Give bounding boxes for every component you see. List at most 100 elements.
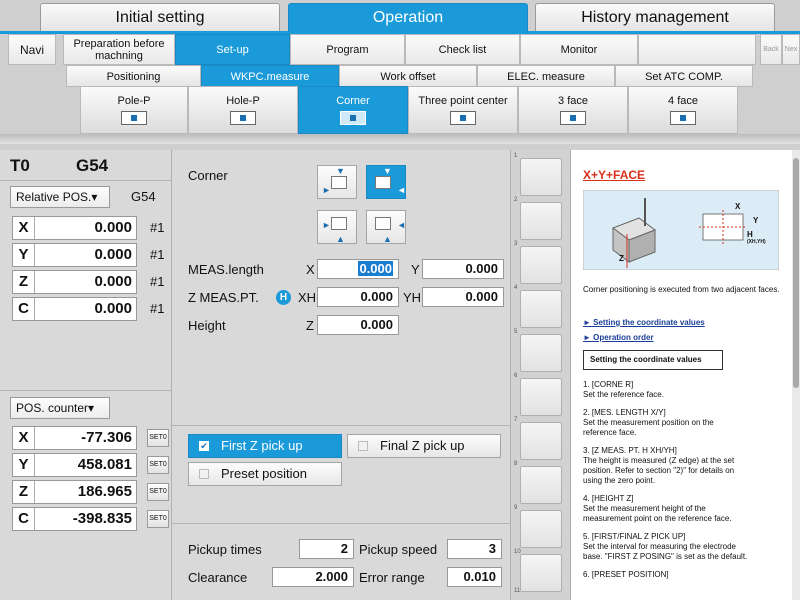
button-label: Final Z pick up	[380, 438, 465, 453]
softkey-6[interactable]	[520, 378, 562, 416]
tab-program[interactable]: Program	[290, 34, 405, 65]
button-label: First Z pick up	[221, 438, 303, 453]
help-intro: Corner positioning is executed from two …	[583, 285, 780, 294]
arrow-up-icon: ▲	[336, 234, 345, 244]
softkey-1[interactable]	[520, 158, 562, 196]
xh-input[interactable]: 0.000	[317, 287, 399, 307]
set0-x-button[interactable]: SET0	[147, 429, 169, 447]
softkey-3[interactable]	[520, 246, 562, 284]
tab-operation[interactable]: Operation	[288, 3, 528, 31]
pickup-times-input[interactable]: 2	[299, 539, 354, 559]
diagram-y-label: Y	[753, 216, 759, 225]
set0-y-button[interactable]: SET0	[147, 456, 169, 474]
softkey-2[interactable]	[520, 202, 562, 240]
help-link-coordinate-values[interactable]: ► Setting the coordinate values	[583, 318, 705, 327]
mode-3-face[interactable]: 3 face	[518, 86, 628, 134]
tab-set-atc-comp[interactable]: Set ATC COMP.	[615, 65, 753, 87]
softkey-8[interactable]	[520, 466, 562, 504]
mode-label: 3 face	[558, 95, 588, 107]
pickup-speed-label: Pickup speed	[359, 542, 438, 557]
yh-input[interactable]: 0.000	[422, 287, 504, 307]
tab-positioning[interactable]: Positioning	[66, 65, 201, 87]
softkey-4[interactable]	[520, 290, 562, 328]
first-z-pickup-button[interactable]: ✔ First Z pick up	[188, 434, 342, 458]
set0-z-button[interactable]: SET0	[147, 483, 169, 501]
softkey-7[interactable]	[520, 422, 562, 460]
help-item: base. "FIRST Z POSING" is set as the def…	[583, 552, 748, 561]
scrollbar-thumb[interactable]	[793, 158, 799, 388]
mode-three-point-center[interactable]: Three point center	[408, 86, 518, 134]
h-badge-icon: H	[276, 290, 291, 305]
tab-preparation[interactable]: Preparation before machning	[63, 34, 175, 65]
softkey-5[interactable]	[520, 334, 562, 372]
axis-label: C	[13, 508, 35, 530]
corner-shape	[375, 217, 391, 230]
help-link-operation-order[interactable]: ► Operation order	[583, 333, 654, 342]
softkey-number: 5	[514, 329, 518, 335]
tab-check-list[interactable]: Check list	[405, 34, 520, 65]
divider	[172, 523, 510, 524]
position-panel: T0 G54 Relative POS.▾ G54 X 0.000 #1 Y 0.0…	[0, 150, 172, 600]
clearance-input[interactable]: 2.000	[272, 567, 354, 587]
relative-pos-dropdown[interactable]: Relative POS.▾	[10, 186, 110, 208]
help-item: reference face.	[583, 428, 637, 437]
checkbox-icon	[358, 441, 368, 451]
softkey-10[interactable]	[520, 554, 562, 592]
z-label: Z	[306, 318, 314, 333]
arrow-left-icon: ◄	[397, 220, 406, 230]
softkey-number: 4	[514, 285, 518, 291]
arrow-right-icon: ►	[322, 220, 331, 230]
tab-set-up[interactable]: Set-up	[175, 34, 290, 65]
back-button[interactable]: Back	[760, 34, 782, 65]
axis-label: C	[13, 298, 35, 320]
arrow-down-icon: ▼	[383, 166, 392, 176]
axis-label: X	[13, 217, 35, 239]
help-item: Set the measurement height of the	[583, 504, 706, 513]
rel-y-row: Y 0.000	[12, 243, 137, 267]
meas-length-y-input[interactable]: 0.000	[422, 259, 504, 279]
error-range-input[interactable]: 0.010	[447, 567, 502, 587]
tab-work-offset[interactable]: Work offset	[339, 65, 477, 87]
tab-wkpc-measure[interactable]: WKPC.measure	[201, 65, 339, 87]
mode-corner[interactable]: Corner	[298, 86, 408, 134]
help-scrollbar[interactable]	[792, 150, 800, 600]
corner-top-left-button[interactable]: ► ▼	[317, 165, 357, 199]
mode-pole-p[interactable]: Pole-P	[80, 86, 188, 134]
meas-length-x-input[interactable]: 0.000	[317, 259, 399, 279]
diagram-hsub-label: (XH,YH)	[747, 239, 766, 245]
pickup-speed-input[interactable]: 3	[447, 539, 502, 559]
navi-button[interactable]: Navi	[8, 34, 56, 65]
axis-label: Y	[13, 454, 35, 476]
softkey-9[interactable]	[520, 510, 562, 548]
diagram-h-label: H	[747, 230, 753, 239]
diagram-x-label: X	[735, 202, 741, 211]
help-item: using the zero point.	[583, 476, 656, 485]
axis-value: 0.000	[94, 246, 132, 263]
set0-c-button[interactable]: SET0	[147, 510, 169, 528]
tab-elec-measure[interactable]: ELEC. measure	[477, 65, 615, 87]
height-z-input[interactable]: 0.000	[317, 315, 399, 335]
rel-x-row: X 0.000	[12, 216, 137, 240]
softkey-number: 2	[514, 197, 518, 203]
selected-value: 0.000	[358, 261, 393, 276]
four-face-icon	[670, 111, 696, 125]
preset-position-button[interactable]: Preset position	[188, 462, 342, 486]
next-button[interactable]: Nex	[782, 34, 800, 65]
mode-4-face[interactable]: 4 face	[628, 86, 738, 134]
corner-icon	[340, 111, 366, 125]
pole-p-icon	[121, 111, 147, 125]
corner-bottom-left-button[interactable]: ► ▲	[317, 210, 357, 244]
corner-bottom-right-button[interactable]: ◄ ▲	[366, 210, 406, 244]
tab-initial-setting[interactable]: Initial setting	[40, 3, 280, 31]
rel-z-row: Z 0.000	[12, 270, 137, 294]
tab-history-management[interactable]: History management	[535, 3, 775, 31]
axis-label: Y	[13, 244, 35, 266]
mode-hole-p[interactable]: Hole-P	[188, 86, 298, 134]
help-item: 2. [MES. LENGTH X/Y]	[583, 408, 666, 417]
tab-monitor[interactable]: Monitor	[520, 34, 638, 65]
button-label: Preset position	[221, 466, 307, 481]
pos-counter-dropdown[interactable]: POS. counter▾	[10, 397, 110, 419]
rel-z-tag: #1	[150, 274, 165, 289]
final-z-pickup-button[interactable]: Final Z pick up	[347, 434, 501, 458]
corner-top-right-button[interactable]: ◄ ▼	[366, 165, 406, 199]
